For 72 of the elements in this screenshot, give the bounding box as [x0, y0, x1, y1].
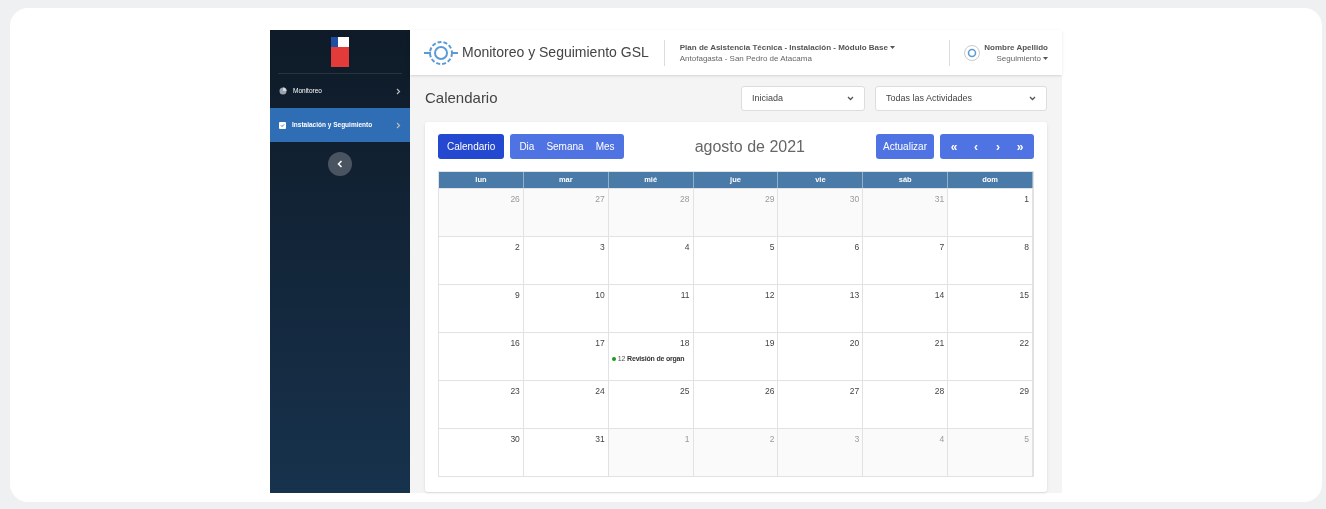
day-number: 17	[594, 337, 605, 350]
day-number: 30	[848, 193, 860, 206]
role-selector[interactable]: Seguimiento	[996, 52, 1048, 64]
day-number: 2	[768, 433, 775, 446]
day-number: 3	[598, 241, 605, 254]
chevron-down-icon	[847, 96, 854, 101]
day-number: 10	[594, 289, 605, 302]
day-number: 29	[763, 193, 775, 206]
day-number: 15	[1018, 289, 1029, 302]
caret-down-icon	[1043, 56, 1048, 60]
chevron-right-icon	[396, 121, 401, 129]
day-number: 23	[509, 385, 520, 398]
day-number: 4	[938, 433, 945, 446]
day-number: 27	[594, 193, 605, 206]
day-number: 3	[853, 433, 860, 446]
network-logo-icon	[424, 38, 458, 67]
day-number: 26	[509, 193, 520, 206]
clipboard-icon	[279, 121, 286, 129]
day-number: 24	[594, 385, 605, 398]
day-number: 16	[509, 337, 520, 350]
day-number: 11	[679, 289, 690, 302]
day-number: 19	[763, 337, 775, 350]
collapse-button[interactable]	[328, 152, 352, 176]
day-number: 12	[763, 289, 775, 302]
calendar-button[interactable]: Calendario	[438, 134, 505, 159]
plan-selector[interactable]: Plan de Asistencia Técnica - Instalación - Módulo Base	[679, 41, 895, 53]
day-number: 1	[1023, 193, 1029, 206]
day-number: 26	[763, 385, 775, 398]
day-number: 8	[1023, 241, 1029, 254]
chevron-left-icon	[337, 160, 343, 168]
nav-button[interactable]: ‹	[966, 137, 986, 156]
view-tab[interactable]: Semana	[540, 134, 590, 159]
chevron-right-icon	[396, 87, 401, 95]
day-number: 2	[514, 241, 520, 254]
nav-button[interactable]: «	[944, 137, 964, 156]
caret-down-icon	[889, 45, 895, 49]
day-number: 20	[848, 337, 860, 350]
day-number: 30	[509, 433, 520, 446]
day-number: 31	[594, 433, 605, 446]
nav-button[interactable]: ›	[988, 137, 1008, 156]
month-title: agosto de 2021	[693, 136, 806, 157]
view-tab[interactable]: Dia	[513, 134, 541, 159]
dropdown-select[interactable]: Todas las Actividades	[875, 86, 1047, 111]
day-number: 13	[848, 289, 860, 302]
day-number: 25	[679, 385, 690, 398]
day-number: 18	[679, 337, 690, 350]
day-number: 5	[768, 241, 775, 254]
day-number: 5	[1023, 433, 1029, 446]
day-number: 9	[514, 289, 520, 302]
day-number: 21	[933, 337, 945, 350]
day-number: 7	[938, 241, 945, 254]
day-number: 22	[1018, 337, 1029, 350]
day-number: 4	[683, 241, 690, 254]
app-title: Monitoreo y Seguimiento GSL	[462, 43, 649, 62]
day-number: 1	[683, 433, 690, 446]
page-title: Calendario	[425, 88, 498, 109]
day-number: 28	[679, 193, 690, 206]
user-name: Nombre Apellido	[984, 41, 1048, 53]
nav-button[interactable]: »	[1010, 137, 1030, 156]
day-number: 31	[933, 193, 945, 206]
day-number: 29	[1018, 385, 1029, 398]
flag-logo-icon	[331, 36, 349, 67]
dropdown-select[interactable]: Iniciada	[741, 86, 865, 111]
view-tab[interactable]: Mes	[589, 134, 621, 159]
location-text: Antofagasta - San Pedro de Atacama	[679, 52, 813, 64]
day-number: 27	[848, 385, 860, 398]
day-number: 28	[933, 385, 945, 398]
refresh-button[interactable]: Actualizar	[876, 134, 934, 159]
day-number: 6	[853, 241, 860, 254]
chevron-down-icon	[1029, 96, 1036, 101]
day-number: 14	[933, 289, 945, 302]
pie-chart-icon	[279, 87, 287, 95]
